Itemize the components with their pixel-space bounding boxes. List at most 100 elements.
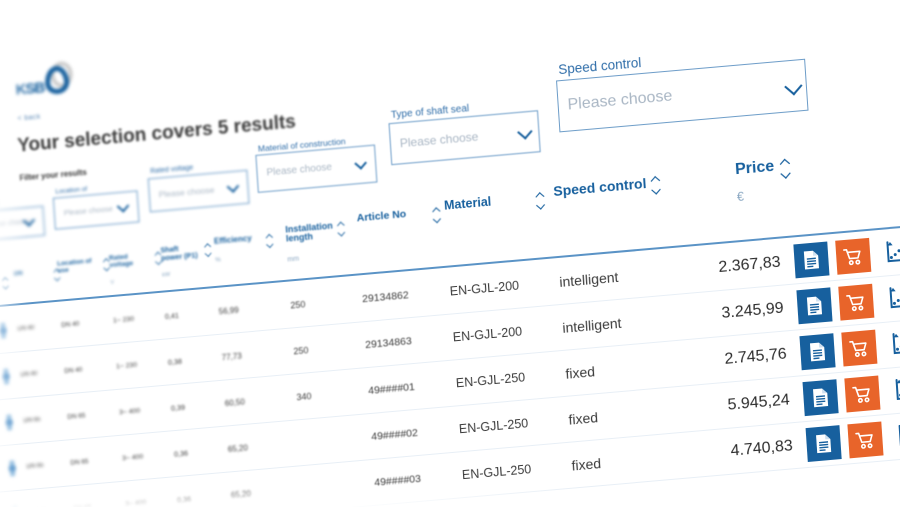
sort-toggle-price[interactable] — [780, 158, 792, 179]
document-icon — [814, 433, 833, 455]
cell-voltage: 1~ 230 — [112, 315, 135, 325]
column-header-material[interactable]: Material — [443, 194, 492, 213]
pump-icon — [0, 322, 7, 339]
filter-material-of-construction-label: Material of construction — [257, 136, 346, 154]
column-header-speed[interactable]: Speed control — [553, 175, 647, 199]
chevron-down-icon — [786, 80, 797, 91]
chevron-down-icon — [118, 201, 129, 212]
add-to-cart-button[interactable] — [835, 237, 872, 275]
cell-dn: DN 40 — [20, 370, 38, 379]
filter-speed-control[interactable]: Speed control Please choose — [556, 55, 809, 133]
filter-type-of-shaft-seal[interactable]: Type of shaft seal Please choose — [388, 103, 541, 166]
cell-material: EN-GJL-200 — [449, 278, 520, 299]
chevron-down-icon — [519, 126, 530, 137]
column-header-dn[interactable]: DN — [14, 271, 23, 278]
filter-rated-voltage-value: Please choose — [158, 184, 215, 200]
column-header-length[interactable]: Installation length mm — [285, 220, 335, 264]
sort-toggle-article[interactable] — [432, 207, 442, 223]
sort-toggle-length[interactable] — [337, 221, 346, 236]
cell-price: 2.745,76 — [723, 345, 788, 368]
curve-button[interactable] — [891, 418, 900, 455]
performance-curve-icon — [883, 239, 900, 265]
column-header-label: Material — [443, 194, 492, 213]
cell-power: 0,36 — [173, 448, 189, 459]
pump-icon — [8, 460, 16, 477]
document-icon — [805, 295, 824, 317]
sort-toggle-size[interactable] — [2, 277, 10, 290]
cell-voltage: 1~ 230 — [115, 361, 138, 371]
cell-dn: DN 65 — [23, 416, 41, 425]
column-header-label: DN — [13, 270, 23, 278]
cell-location: DN 65 — [70, 458, 89, 467]
datasheet-button[interactable] — [802, 379, 839, 417]
curve-button[interactable] — [882, 280, 900, 317]
column-header-label: Rated voltage — [108, 253, 134, 270]
sort-toggle-efficiency[interactable] — [266, 234, 275, 248]
cell-voltage: 3~ 400 — [118, 407, 141, 417]
cell-efficiency: 77,73 — [221, 351, 242, 363]
column-header-unit: kW — [161, 272, 171, 279]
datasheet-button[interactable] — [799, 333, 836, 371]
column-header-unit: V — [110, 280, 115, 287]
filter-rated-voltage-label: Rated voltage — [150, 164, 194, 176]
datasheet-button[interactable] — [805, 425, 842, 463]
add-to-cart-button[interactable] — [847, 421, 884, 459]
datasheet-button[interactable] — [793, 241, 830, 279]
performance-curve-icon — [889, 331, 900, 357]
filter-material-of-construction-value: Please choose — [266, 161, 333, 179]
cell-length: 250 — [290, 299, 306, 311]
filter-rated-voltage[interactable]: Rated voltage Please choose — [147, 164, 250, 213]
cell-efficiency: 56,99 — [218, 305, 239, 317]
cell-power: 0,39 — [170, 402, 186, 413]
sort-toggle-speed[interactable] — [651, 176, 662, 195]
filter-material-of-construction[interactable]: Material of construction Please choose — [255, 136, 378, 193]
cell-voltage: 3~ 400 — [125, 499, 147, 507]
cell-voltage: 3~ 400 — [122, 453, 144, 463]
add-to-cart-button[interactable] — [838, 283, 875, 321]
cell-dn: DN 65 — [26, 462, 44, 471]
results-table: SizeDNLocation of useRated voltageVShaft… — [0, 148, 900, 507]
column-header-location[interactable]: Location of use — [57, 258, 92, 275]
cell-speed: intelligent — [561, 314, 622, 336]
pump-icon — [2, 368, 10, 385]
filter-location-label: Location of — [55, 185, 88, 196]
shopping-cart-icon — [843, 246, 864, 267]
cell-price: 5.945,24 — [727, 391, 791, 414]
column-header-power[interactable]: Shaft power (P1) kW — [160, 243, 199, 279]
filter-location-value: Please choose — [63, 204, 114, 218]
curve-button[interactable] — [879, 234, 900, 271]
column-header-label: Installation length — [285, 220, 334, 245]
column-header-voltage[interactable]: Rated voltage V — [109, 253, 135, 287]
sort-toggle-power[interactable] — [204, 243, 212, 257]
shopping-cart-icon — [846, 292, 867, 313]
cell-material: EN-GJL-200 — [452, 324, 523, 345]
add-to-cart-button[interactable] — [841, 329, 878, 367]
cell-price: 4.740,83 — [730, 437, 794, 460]
column-header-article[interactable]: Article No — [356, 208, 406, 224]
cell-efficiency: 60,50 — [224, 397, 246, 409]
performance-curve-icon — [896, 423, 900, 449]
cell-length: 250 — [293, 345, 309, 357]
performance-curve-icon — [892, 377, 900, 403]
cell-power: 0,41 — [164, 310, 180, 321]
performance-curve-icon — [886, 285, 900, 311]
ksb-logo[interactable]: KSB — [14, 60, 74, 104]
column-header-price[interactable]: Price € — [735, 158, 777, 204]
curve-button[interactable] — [888, 372, 900, 409]
shopping-cart-icon — [852, 384, 873, 405]
sort-toggle-material[interactable] — [535, 192, 546, 210]
breadcrumb[interactable]: < back — [17, 114, 41, 123]
cell-power: 0,36 — [176, 494, 192, 505]
cell-efficiency: 65,20 — [227, 443, 249, 455]
datasheet-button[interactable] — [796, 287, 833, 325]
cell-location: DN 65 — [67, 412, 86, 421]
column-header-label: Efficiency — [213, 233, 252, 246]
column-header-efficiency[interactable]: Efficiency% — [213, 233, 253, 265]
add-to-cart-button[interactable] — [844, 375, 881, 413]
curve-button[interactable] — [885, 326, 900, 363]
cell-price: 2.367,83 — [717, 253, 782, 277]
cell-location: DN 40 — [61, 320, 80, 330]
cell-efficiency: 65,20 — [230, 489, 252, 500]
cell-location: DN 40 — [64, 366, 83, 375]
filter-speed-control-value: Please choose — [567, 87, 673, 114]
